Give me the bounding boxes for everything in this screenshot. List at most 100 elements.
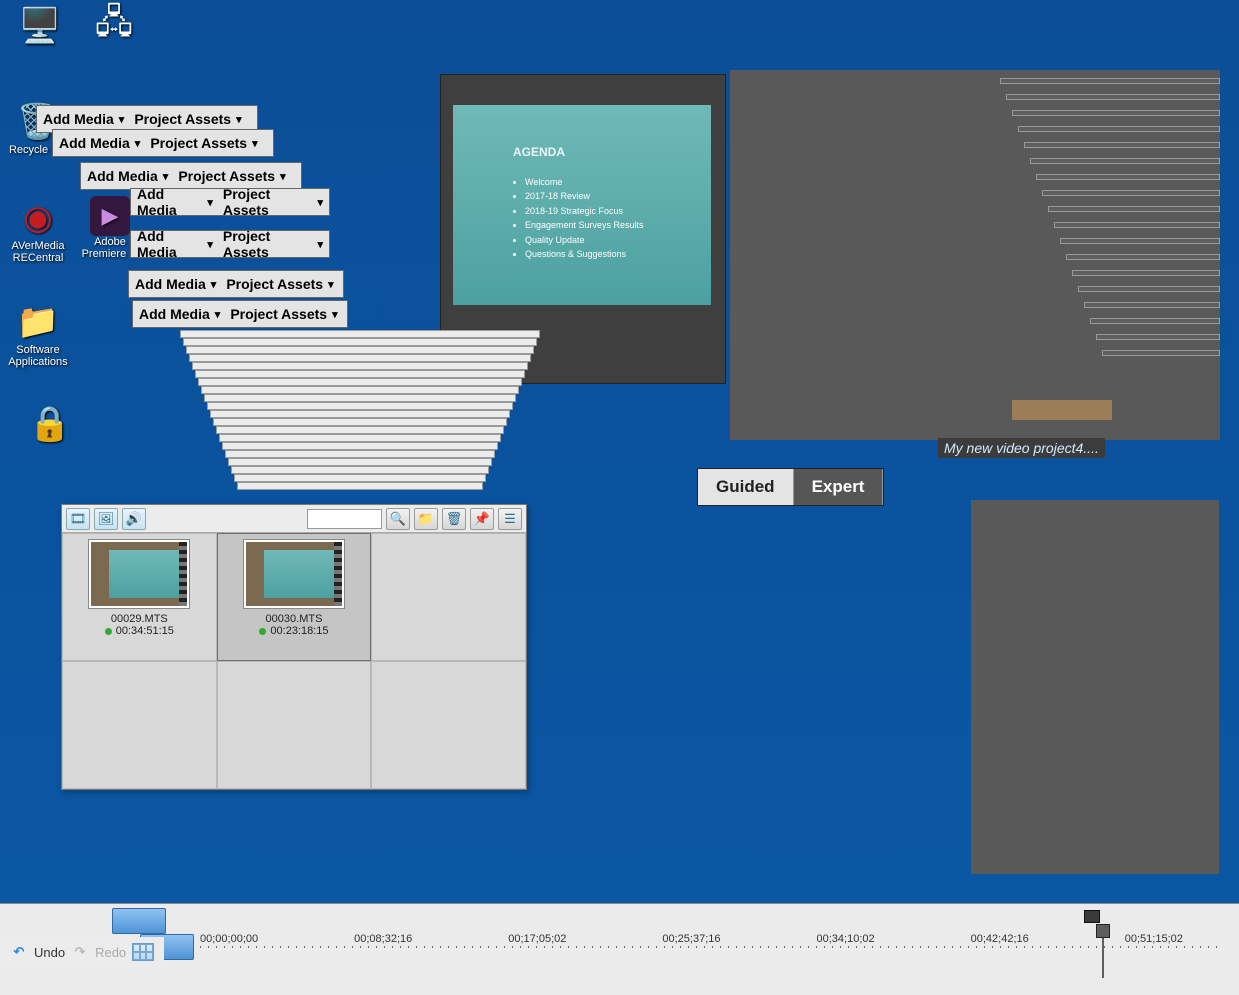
add-media-button[interactable]: Add Media [137,228,213,260]
folder-icon: 📁 [418,511,434,527]
pin-icon: 📌 [474,511,490,527]
desktop-icon-lock[interactable]: 🔒 [14,402,86,446]
asset-empty-cell [371,661,526,789]
asset-empty-cell [217,661,372,789]
undo-button[interactable]: ↶ Undo [10,943,65,961]
add-media-bar[interactable]: Add Media Project Assets [130,230,330,258]
trash-icon: 🗑 [446,511,463,527]
timeline-marker[interactable] [1084,910,1100,923]
add-media-bar[interactable]: Add Media Project Assets [132,300,348,328]
timeline-grid-view-button[interactable] [132,943,154,961]
redo-button[interactable]: ↷ Redo [71,943,126,961]
panel-artifact [1060,238,1220,244]
add-media-button[interactable]: Add Media [43,111,124,127]
desktop-icon-computer[interactable]: 🖥️ [4,4,76,48]
add-media-button[interactable]: Add Media [135,276,216,292]
clip-name: 00030.MTS [266,613,323,625]
delete-button[interactable]: 🗑 [442,508,466,530]
panel-artifact [1084,302,1220,308]
software-apps-icon: 📁 [16,300,60,344]
panel-artifact [198,378,522,386]
agenda-item: Welcome [525,175,701,189]
search-icon: 🔍 [390,511,406,527]
add-media-button[interactable]: Add Media [59,135,140,151]
panel-artifact [1012,110,1220,116]
project-assets-button[interactable]: Project Assets [223,228,323,260]
menu-icon: ☰ [504,511,516,527]
panel-artifact [1054,222,1220,228]
add-media-button[interactable]: Add Media [137,186,213,218]
panel-artifact [971,500,1219,874]
add-media-button[interactable]: Add Media [139,306,220,322]
panel-artifact [192,362,528,370]
project-assets-button[interactable]: Project Assets [150,135,257,151]
clip-thumbnail [89,540,189,608]
desktop-icon-avermedia[interactable]: ◉ AVerMedia RECentral [2,196,74,264]
panel-artifact [1030,158,1220,164]
panel-artifact [180,330,540,338]
panel-artifact [210,410,510,418]
slide-preview: AGENDA Welcome 2017-18 Review 2018-19 St… [453,105,711,305]
tab-guided[interactable]: Guided [698,469,794,505]
project-assets-button[interactable]: Project Assets [230,306,337,322]
new-folder-button[interactable]: 📁 [414,508,438,530]
clip-name: 00029.MTS [111,613,168,625]
panel-artifact [1024,142,1220,148]
project-assets-button[interactable]: Project Assets [178,168,285,184]
project-assets-button[interactable]: Project Assets [223,186,323,218]
ruler-tick: 00;34;10;02 [817,933,875,945]
project-title: My new video project4.... [938,438,1105,458]
desktop-icon-network[interactable]: 🖧 [78,4,150,48]
assets-search-input[interactable] [307,509,382,529]
add-media-bar[interactable]: Add Media Project Assets [130,188,330,216]
panel-artifact [1072,270,1220,276]
asset-clip[interactable]: 00030.MTS 00:23:18:15 [217,533,372,661]
network-icon: 🖧 [92,4,136,48]
project-assets-button[interactable]: Project Assets [226,276,333,292]
asset-clip[interactable]: 00029.MTS 00:34:51:15 [62,533,217,661]
panel-artifact [1048,206,1220,212]
panel-artifact [1042,190,1220,196]
ruler-tick: 00;51;15;02 [1125,933,1183,945]
panel-artifact [207,402,513,410]
asset-empty-cell [62,661,217,789]
panel-artifact [1000,78,1220,84]
panel-artifact [213,418,507,426]
filter-audio-button[interactable]: 🔊 [122,508,146,530]
speaker-icon: 🔊 [126,511,142,527]
project-assets-button[interactable]: Project Assets [134,111,241,127]
panel-artifact [186,346,534,354]
panel-artifact [1006,94,1220,100]
redo-icon: ↷ [71,943,89,961]
agenda-item: Engagement Surveys Results [525,218,701,232]
panel-artifact [189,354,531,362]
ruler-line [200,946,1219,948]
panel-artifact [1090,318,1220,324]
assets-grid: 00029.MTS 00:34:51:15 00030.MTS 00:23:18… [62,533,526,789]
timeline-clip[interactable] [112,908,166,934]
tab-expert[interactable]: Expert [794,469,884,505]
panel-artifact [237,482,483,490]
panel-artifact [228,458,492,466]
add-media-bar[interactable]: Add Media Project Assets [52,129,274,157]
panel-artifact [231,466,489,474]
ruler-tick: 00;00;00;00 [200,933,258,945]
agenda-item: Questions & Suggestions [525,247,701,261]
panel-menu-button[interactable]: ☰ [498,508,522,530]
filter-video-button[interactable]: 🎞 [66,508,90,530]
adobe-premiere-icon: ▶ [90,196,130,236]
agenda-heading: AGENDA [513,145,701,159]
desktop-icon-software-apps[interactable]: 📁 Software Applications [2,300,74,368]
lock-icon: 🔒 [28,402,72,446]
avermedia-icon: ◉ [16,196,60,240]
filter-image-button[interactable]: 🖼 [94,508,118,530]
add-media-button[interactable]: Add Media [87,168,168,184]
timeline-playhead[interactable] [1096,924,1110,978]
pin-button[interactable]: 📌 [470,508,494,530]
search-button[interactable]: 🔍 [386,508,410,530]
ruler-tick: 00;17;05;02 [508,933,566,945]
ruler-tick: 00;25;37;16 [662,933,720,945]
panel-artifact [222,442,498,450]
add-media-bar[interactable]: Add Media Project Assets [128,270,344,298]
panel-artifact [234,474,486,482]
